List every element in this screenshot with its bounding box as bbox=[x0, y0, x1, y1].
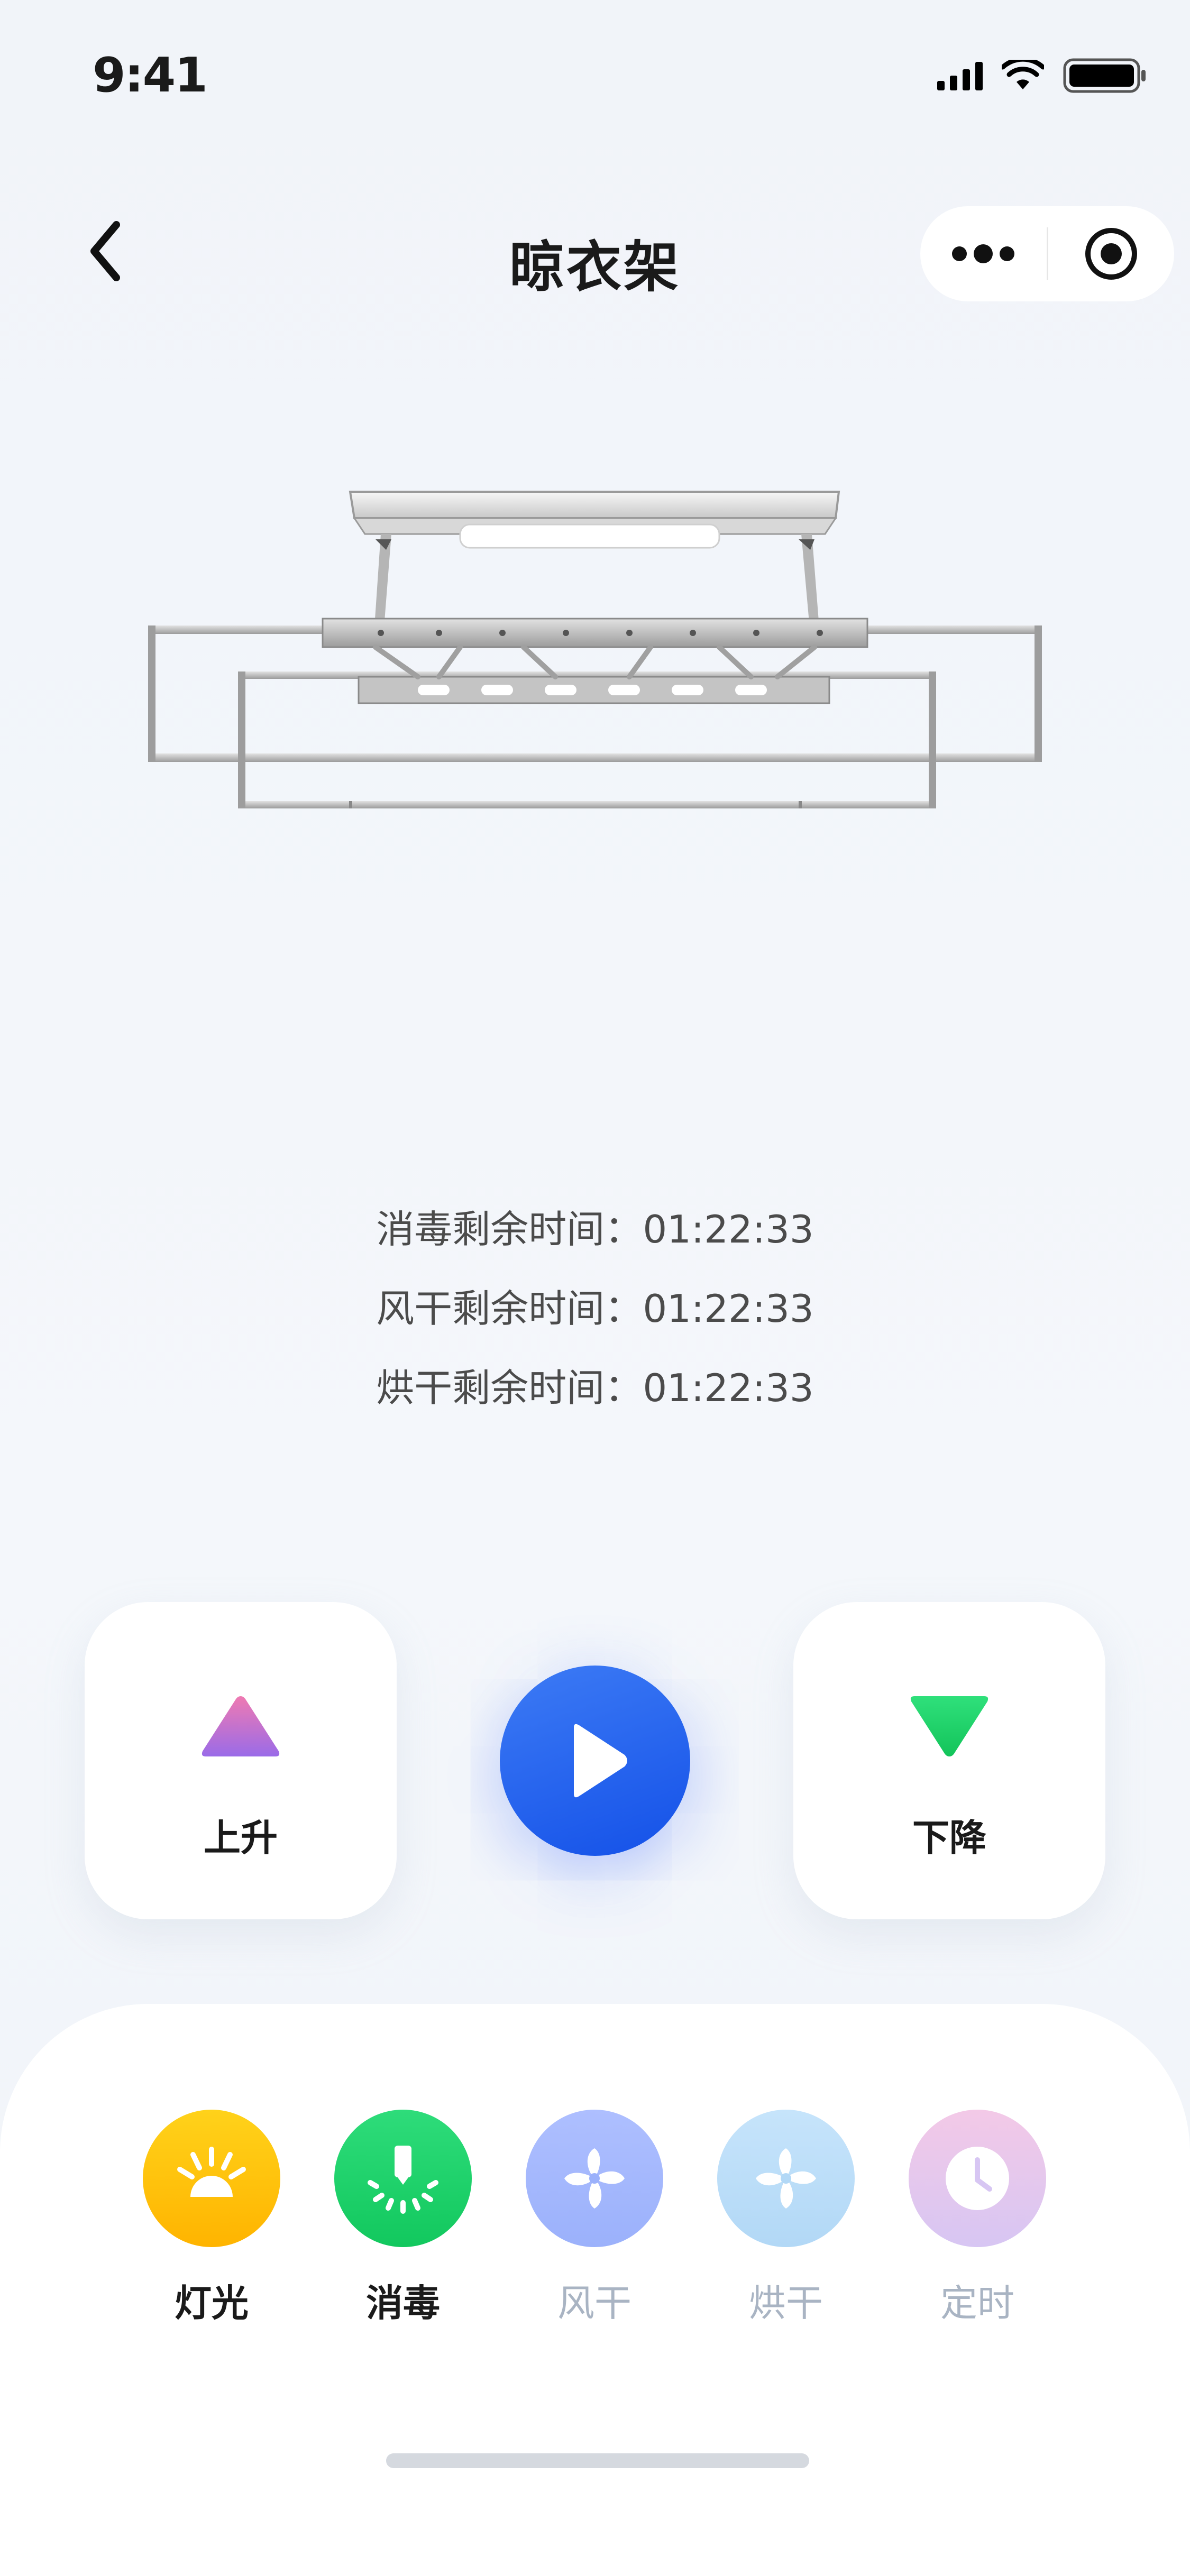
feature-light-label: 灯光 bbox=[175, 2281, 249, 2325]
status-time: 9:41 bbox=[93, 48, 208, 103]
feature-disinfect-label: 消毒 bbox=[366, 2281, 440, 2325]
play-icon bbox=[574, 1724, 627, 1798]
status-icons bbox=[937, 58, 1148, 93]
light-icon bbox=[177, 2147, 246, 2197]
feature-disinfect[interactable]: 消毒 bbox=[324, 2110, 482, 2327]
more-dots-icon bbox=[952, 244, 1015, 263]
clothes-rack-image bbox=[143, 476, 1052, 846]
cellular-signal-icon bbox=[937, 61, 983, 90]
raise-button[interactable]: 上升 bbox=[85, 1602, 397, 1919]
triangle-up-icon bbox=[202, 1696, 280, 1756]
timer-value: 01:22:33 bbox=[643, 1366, 814, 1410]
nav-bar: 晾衣架 bbox=[0, 190, 1190, 317]
wifi-icon bbox=[1002, 60, 1044, 91]
air-dry-timer: 风干剩余时间：01:22:33 bbox=[0, 1269, 1190, 1348]
battery-icon bbox=[1063, 58, 1148, 93]
timer-label: 消毒剩余时间： bbox=[376, 1207, 643, 1252]
feature-light-circle bbox=[143, 2110, 280, 2247]
heat-dry-timer: 烘干剩余时间：01:22:33 bbox=[0, 1348, 1190, 1428]
feature-heat-dry-circle bbox=[717, 2110, 855, 2247]
feature-heat-dry[interactable]: 烘干 bbox=[707, 2110, 865, 2327]
status-bar: 9:41 bbox=[0, 0, 1190, 159]
fan-icon bbox=[756, 2148, 816, 2209]
feature-air-dry[interactable]: 风干 bbox=[515, 2110, 674, 2327]
feature-timer-label: 定时 bbox=[940, 2281, 1014, 2325]
timer-label: 风干剩余时间： bbox=[376, 1286, 643, 1331]
timer-value: 01:22:33 bbox=[643, 1207, 814, 1252]
feature-timer-circle bbox=[909, 2110, 1046, 2247]
disinfect-icon bbox=[368, 2146, 438, 2214]
more-button[interactable] bbox=[920, 206, 1047, 301]
timer-label: 烘干剩余时间： bbox=[376, 1366, 643, 1410]
timer-list: 消毒剩余时间：01:22:33 风干剩余时间：01:22:33 烘干剩余时间：0… bbox=[0, 1190, 1190, 1428]
feature-disinfect-circle bbox=[334, 2110, 472, 2247]
feature-list: 灯光 消毒 风干 烘干 定时 bbox=[0, 2110, 1190, 2325]
raise-label: 上升 bbox=[204, 1816, 278, 1860]
lower-button[interactable]: 下降 bbox=[793, 1602, 1105, 1919]
feature-timer[interactable]: 定时 bbox=[898, 2110, 1057, 2327]
disinfect-timer: 消毒剩余时间：01:22:33 bbox=[0, 1190, 1190, 1269]
timer-value: 01:22:33 bbox=[643, 1286, 814, 1331]
mini-program-capsule bbox=[920, 206, 1174, 301]
home-indicator bbox=[386, 2453, 809, 2468]
feature-panel: 灯光 消毒 风干 烘干 定时 bbox=[0, 2004, 1190, 2576]
feature-light[interactable]: 灯光 bbox=[132, 2110, 291, 2327]
fan-icon bbox=[564, 2148, 625, 2209]
feature-heat-dry-label: 烘干 bbox=[749, 2281, 823, 2325]
clock-icon bbox=[946, 2147, 1009, 2210]
feature-air-dry-label: 风干 bbox=[557, 2281, 631, 2325]
screen: 9:41 晾衣架 消毒剩余时间：01:22:33 风干剩余时间：01:22:33… bbox=[0, 0, 1190, 2576]
triangle-down-icon bbox=[910, 1696, 988, 1756]
close-miniprogram-button[interactable] bbox=[1048, 206, 1175, 301]
play-button[interactable] bbox=[500, 1666, 690, 1856]
lower-label: 下降 bbox=[912, 1816, 986, 1860]
target-close-icon bbox=[1085, 228, 1137, 280]
feature-air-dry-circle bbox=[526, 2110, 663, 2247]
